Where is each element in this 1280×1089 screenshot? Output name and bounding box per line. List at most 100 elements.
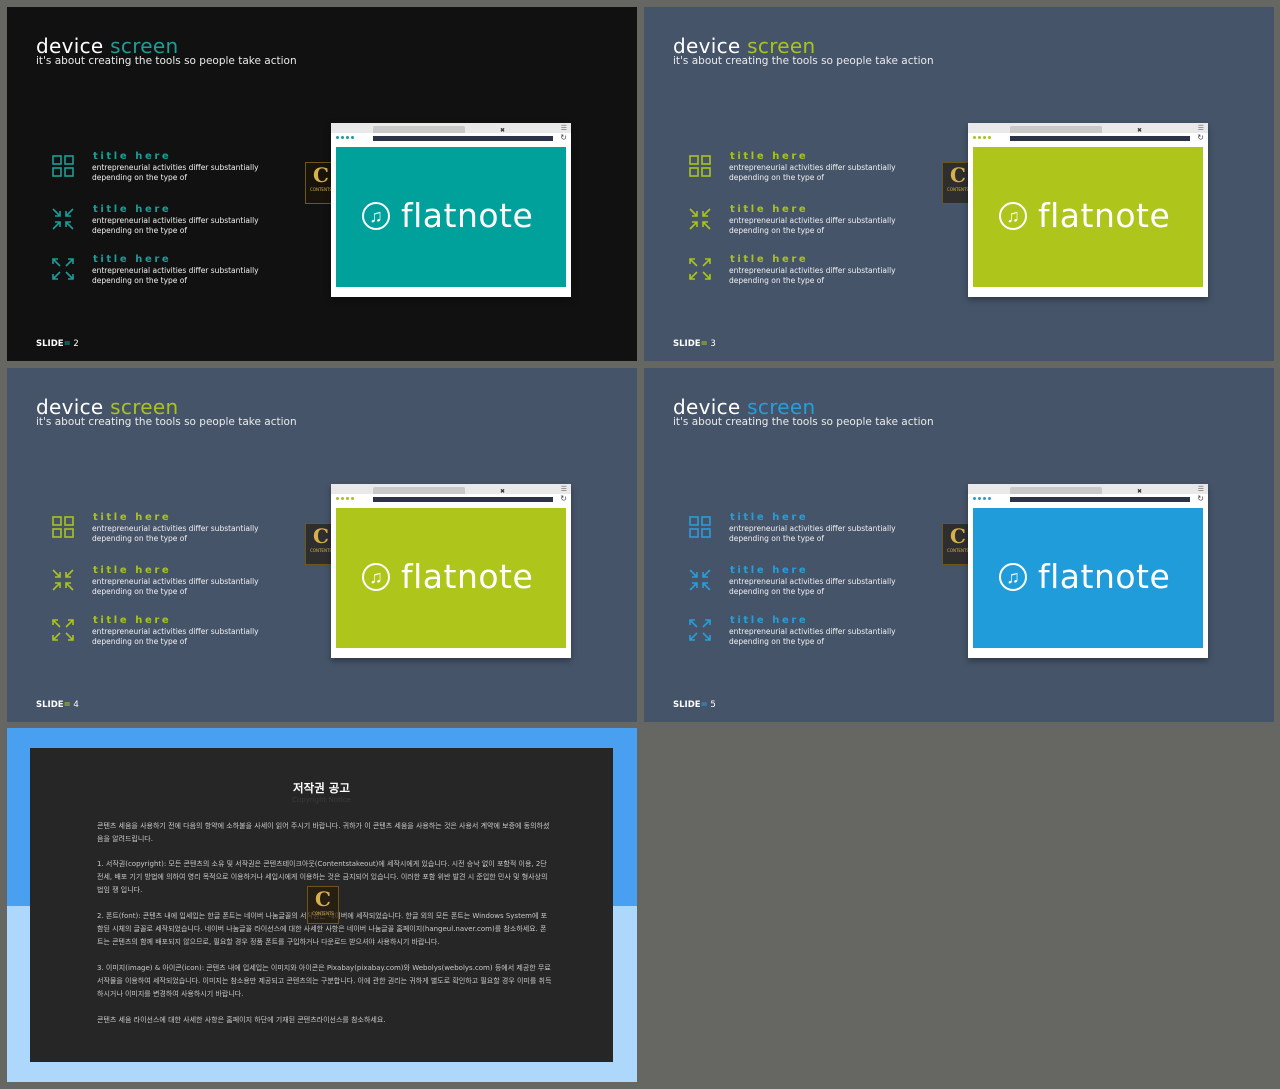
flatnote-logo: ♫ flatnote <box>973 147 1203 287</box>
expand-arrows-icon <box>689 619 711 641</box>
slide-5[interactable]: device screen it's about creating the to… <box>644 368 1274 722</box>
compress-arrows-icon <box>689 569 711 591</box>
copyright-paragraph: 콘텐츠 세움 라이선스에 대한 사세한 사항은 홈페이지 하단에 기재된 콘텐츠… <box>97 1016 386 1024</box>
window-dots <box>336 126 356 144</box>
grid-icon <box>689 516 711 538</box>
slide-2[interactable]: device screen it's about creating the to… <box>7 7 637 361</box>
browser-tab[interactable]: ✖ <box>373 487 505 495</box>
watermark-badge: C CONTENTS <box>307 886 339 924</box>
item-title: title here <box>730 151 809 162</box>
copyright-title: 저작권 공고 <box>293 781 350 795</box>
expand-arrows-icon <box>52 619 74 641</box>
grid-icon <box>52 155 74 177</box>
slide-number: SLIDE= 4 <box>36 700 79 710</box>
address-bar[interactable] <box>1010 497 1190 502</box>
compress-arrows-icon <box>52 569 74 591</box>
item-desc: entrepreneurial activities differ substa… <box>729 216 896 235</box>
browser-window: ✖ ☰ ↻ ♫ flatnote <box>331 484 571 658</box>
browser-tab[interactable]: ✖ <box>1010 126 1142 134</box>
address-bar[interactable] <box>373 497 553 502</box>
close-icon[interactable]: ✖ <box>1137 488 1142 495</box>
copyright-slide[interactable]: 저작권 공고 Copyright Notice 콘텐츠 세움을 사용하기 전에 … <box>7 728 637 1082</box>
slide-4[interactable]: device screen it's about creating the to… <box>7 368 637 722</box>
item-title: title here <box>93 512 172 523</box>
item-desc: entrepreneurial activities differ substa… <box>92 577 259 596</box>
music-note-icon: ♫ <box>362 563 390 591</box>
music-note-icon: ♫ <box>999 202 1027 230</box>
reload-icon[interactable]: ↻ <box>560 133 567 142</box>
close-icon[interactable]: ✖ <box>500 127 505 134</box>
item-desc: entrepreneurial activities differ substa… <box>92 163 259 182</box>
window-dots <box>973 487 993 505</box>
item-title: title here <box>93 151 172 162</box>
window-dots <box>973 126 993 144</box>
reload-icon[interactable]: ↻ <box>560 494 567 503</box>
item-title: title here <box>730 565 809 576</box>
music-note-icon: ♫ <box>999 563 1027 591</box>
feature-item: title here entrepreneurial activities di… <box>688 254 918 295</box>
slide-subtitle: it's about creating the tools so people … <box>673 55 934 67</box>
item-desc: entrepreneurial activities differ substa… <box>729 577 896 596</box>
address-bar[interactable] <box>373 136 553 141</box>
feature-item: title here entrepreneurial activities di… <box>51 512 281 553</box>
expand-arrows-icon <box>689 258 711 280</box>
item-desc: entrepreneurial activities differ substa… <box>92 627 259 646</box>
item-title: title here <box>730 512 809 523</box>
menu-icon[interactable]: ☰ <box>561 124 567 132</box>
browser-tab[interactable]: ✖ <box>1010 487 1142 495</box>
menu-icon[interactable]: ☰ <box>1198 485 1204 493</box>
slide-3[interactable]: device screen it's about creating the to… <box>644 7 1274 361</box>
browser-screen: ♫ flatnote <box>973 147 1203 287</box>
feature-item: title here entrepreneurial activities di… <box>51 204 281 245</box>
browser-window: ✖ ☰ ↻ ♫ flatnote <box>968 123 1208 297</box>
menu-icon[interactable]: ☰ <box>561 485 567 493</box>
item-title: title here <box>93 615 172 626</box>
item-title: title here <box>93 565 172 576</box>
copyright-paragraph: 콘텐츠 세움을 사용하기 전에 다음의 항약에 소하불을 사세이 읽어 주시기 … <box>97 822 550 843</box>
feature-item: title here entrepreneurial activities di… <box>688 565 918 606</box>
logo-text: flatnote <box>1038 196 1171 235</box>
item-desc: entrepreneurial activities differ substa… <box>729 627 896 646</box>
browser-title-bar: ✖ ☰ <box>968 484 1208 500</box>
menu-icon[interactable]: ☰ <box>1198 124 1204 132</box>
address-bar[interactable] <box>1010 136 1190 141</box>
flatnote-logo: ♫ flatnote <box>336 508 566 648</box>
item-title: title here <box>730 254 809 265</box>
grid-icon <box>689 155 711 177</box>
feature-item: title here entrepreneurial activities di… <box>51 565 281 606</box>
browser-window: ✖ ☰ ↻ ♫ flatnote <box>968 484 1208 658</box>
compress-arrows-icon <box>52 208 74 230</box>
grid-icon <box>52 516 74 538</box>
logo-text: flatnote <box>401 557 534 596</box>
compress-arrows-icon <box>689 208 711 230</box>
item-desc: entrepreneurial activities differ substa… <box>92 216 259 235</box>
logo-text: flatnote <box>401 196 534 235</box>
item-title: title here <box>93 204 172 215</box>
feature-item: title here entrepreneurial activities di… <box>51 254 281 295</box>
slide-subtitle: it's about creating the tools so people … <box>36 416 297 428</box>
item-desc: entrepreneurial activities differ substa… <box>729 163 896 182</box>
browser-tab[interactable]: ✖ <box>373 126 505 134</box>
close-icon[interactable]: ✖ <box>1137 127 1142 134</box>
feature-item: title here entrepreneurial activities di… <box>688 615 918 656</box>
browser-screen: ♫ flatnote <box>336 147 566 287</box>
feature-item: title here entrepreneurial activities di… <box>688 512 918 553</box>
slide-number: SLIDE= 2 <box>36 339 79 349</box>
browser-title-bar: ✖ ☰ <box>331 484 571 500</box>
reload-icon[interactable]: ↻ <box>1197 494 1204 503</box>
slide-number: SLIDE= 3 <box>673 339 716 349</box>
feature-item: title here entrepreneurial activities di… <box>688 151 918 192</box>
close-icon[interactable]: ✖ <box>500 488 505 495</box>
item-title: title here <box>93 254 172 265</box>
copyright-subtitle: Copyright Notice <box>292 796 351 804</box>
item-title: title here <box>730 204 809 215</box>
browser-window: ✖ ☰ ↻ ♫ flatnote <box>331 123 571 297</box>
expand-arrows-icon <box>52 258 74 280</box>
flatnote-logo: ♫ flatnote <box>973 508 1203 648</box>
reload-icon[interactable]: ↻ <box>1197 133 1204 142</box>
item-desc: entrepreneurial activities differ substa… <box>92 524 259 543</box>
window-dots <box>336 487 356 505</box>
slide-number: SLIDE= 5 <box>673 700 716 710</box>
music-note-icon: ♫ <box>362 202 390 230</box>
item-desc: entrepreneurial activities differ substa… <box>729 524 896 543</box>
